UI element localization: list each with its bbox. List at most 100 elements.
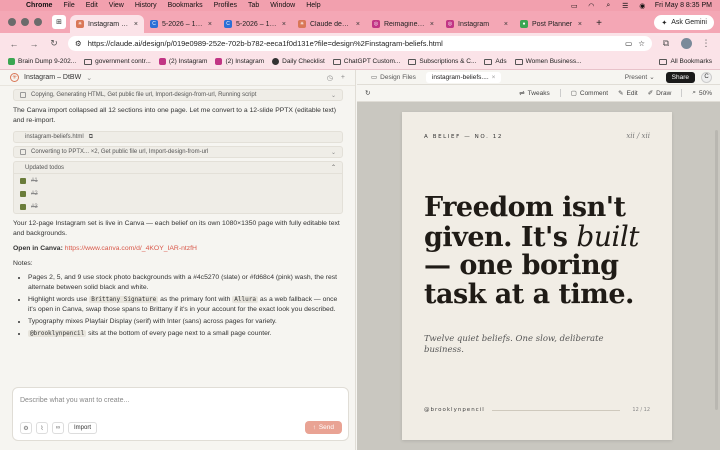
new-tab-button[interactable]: + [592,16,606,30]
close-tab-icon[interactable]: × [208,21,212,28]
chat-header: ✳ Instagram – DtBW ⌄ ◷ + [0,70,355,86]
tab-design-files[interactable]: ▭ Design Files [365,72,422,83]
menu-window[interactable]: Window [270,2,295,9]
zoom-control[interactable]: ⌕ 50% [692,89,712,97]
ask-gemini-button[interactable]: ✦ Ask Gemini [654,15,714,30]
chevron-down-icon: ⌄ [330,92,336,99]
profile-avatar[interactable] [680,38,692,50]
canva-link[interactable]: https://www.canva.com/d/_4KOY_IAR-ntzfH [65,245,197,252]
import-button[interactable]: Import [68,422,98,434]
close-tab-icon[interactable]: × [578,21,582,28]
settings-icon[interactable]: ⚙ [20,422,32,434]
screen-cast-icon[interactable]: ▭ [625,39,632,48]
tab-title: 5-2026 – 12 Beli [162,20,204,28]
new-chat-plus-icon[interactable]: + [341,74,345,82]
bookmark-star-icon[interactable]: ☆ [638,39,645,48]
close-tab-icon[interactable]: × [282,21,286,28]
battery-icon[interactable]: ▭ [570,2,579,10]
design-tabs-actions: Present ⌄ Share C [620,71,712,83]
tab-post-planner[interactable]: ● Post Planner × [514,15,588,33]
close-tab-icon[interactable]: × [504,21,508,28]
prompt-composer[interactable]: Describe what you want to create... ⚙ ⌇ … [12,387,349,441]
forward-arrow-icon[interactable]: → [28,38,40,50]
menu-profiles[interactable]: Profiles [214,2,237,9]
close-window-button[interactable] [8,18,16,26]
address-bar[interactable]: ⚙ https://claude.ai/design/p/019e0989-25… [68,36,652,51]
bookmark-instagram-1[interactable]: (2) Instagram [158,58,207,65]
bookmark-instagram-2[interactable]: (2) Instagram [215,58,264,65]
link-icon[interactable]: ∞ [52,422,64,434]
bookmark-brain-dump[interactable]: Brain Dump 9-202... [8,58,76,65]
bookmark-government[interactable]: government contr... [84,58,151,65]
reload-icon[interactable]: ↻ [48,38,60,50]
minimize-window-button[interactable] [21,18,29,26]
history-icon[interactable]: ◷ [327,74,333,82]
send-arrow-icon: ↑ [312,424,316,431]
tab-instagram-dtbw[interactable]: ✳ Instagram – DtBW × [70,15,144,33]
edit-button[interactable]: ✎ Edit [618,89,638,98]
chevron-down-icon[interactable]: ⌄ [86,74,92,82]
attach-paperclip-icon[interactable]: ⌇ [36,422,48,434]
comment-button[interactable]: ▢ Comment [571,89,608,98]
project-title[interactable]: Instagram – DtBW [24,74,81,81]
menu-tab[interactable]: Tab [248,2,259,9]
close-tab-icon[interactable]: × [430,21,434,28]
tab-search-icon[interactable]: ⊞ [52,15,66,29]
bookmark-ads[interactable]: Ads [484,58,507,65]
note-text: Highlight words use [28,296,88,303]
menu-view[interactable]: View [109,2,124,9]
menu-edit[interactable]: Edit [86,2,98,9]
extensions-puzzle-icon[interactable]: ⧉ [660,38,672,50]
send-button[interactable]: ↑ Send [304,421,342,434]
close-tab-icon[interactable]: × [134,21,138,28]
siri-icon[interactable]: ◉ [638,2,647,10]
chat-header-actions: ◷ + [327,74,345,82]
preview-scrollbar[interactable] [715,130,718,410]
bookmark-all-bookmarks[interactable]: All Bookmarks [659,58,712,65]
site-info-icon[interactable]: ⚙ [75,39,82,48]
instagram-slide-preview[interactable]: A BELIEF — NO. 12 xii / xii Freedom isn'… [402,112,672,440]
chat-messages[interactable]: Copying, Generating HTML, Get public fil… [0,86,356,386]
bookmark-daily-checklist[interactable]: Daily Checklist [272,58,325,65]
wifi-icon[interactable]: ◠ [587,2,596,10]
tweaks-button[interactable]: ⇌ Tweaks [519,89,550,98]
tab-5-2026-b[interactable]: C 5-2026 – 12 Beli × [218,15,292,33]
draw-button[interactable]: ✐ Draw [648,89,672,98]
url-text[interactable]: https://claude.ai/design/p/019e0989-252e… [88,39,619,48]
bookmark-subscriptions[interactable]: Subscriptions & C... [408,58,476,65]
tool-calls-summary[interactable]: Converting to PPTX... ×2, Get public fil… [13,146,343,158]
todo-item: #3 [14,200,342,213]
todos-header[interactable]: Updated todos ⌃ [14,162,342,174]
bookmark-chatgpt[interactable]: ChatGPT Custom... [332,58,400,65]
zoom-window-button[interactable] [34,18,42,26]
close-tab-icon[interactable]: × [356,21,360,28]
spotlight-search-icon[interactable]: ⌕ [604,2,613,9]
menu-app-chrome[interactable]: Chrome [26,2,52,9]
bookmark-women-business[interactable]: Women Business... [514,58,582,65]
back-arrow-icon[interactable]: ← [8,38,20,50]
menu-bookmarks[interactable]: Bookmarks [168,2,203,9]
present-button[interactable]: Present ⌄ [620,72,660,83]
claude-logo-icon[interactable]: ✳ [10,73,19,82]
control-center-icon[interactable]: ☰ [621,2,630,10]
menu-file[interactable]: File [63,2,74,9]
composer-placeholder[interactable]: Describe what you want to create... [20,397,129,404]
bookmark-label: Brain Dump 9-202... [18,58,77,65]
tab-instagram[interactable]: ◎ Instagram × [440,15,514,33]
user-avatar[interactable]: C [701,71,712,83]
tab-reimagine[interactable]: ◎ Reimagine Your × [366,15,440,33]
menu-help[interactable]: Help [306,2,320,9]
tab-claude-design[interactable]: ✳ Claude design × [292,15,366,33]
menubar-datetime[interactable]: Fri May 8 8:35 PM [655,2,712,9]
tool-calls-summary[interactable]: Copying, Generating HTML, Get public fil… [13,89,343,101]
file-card-instagram-beliefs[interactable]: instagram-beliefs.html ⧉ [13,131,343,143]
refresh-icon[interactable]: ↻ [365,89,370,97]
share-button[interactable]: Share [665,71,695,83]
chrome-menu-icon[interactable]: ⋮ [700,38,712,50]
updated-todos-panel: Updated todos ⌃ #1 #2 #3 [13,161,343,214]
close-tab-icon[interactable]: × [492,74,496,81]
bookmark-label: All Bookmarks [670,58,712,65]
menu-history[interactable]: History [135,2,157,9]
tab-instagram-beliefs[interactable]: instagram-beliefs.... × [425,71,502,83]
tab-5-2026-a[interactable]: C 5-2026 – 12 Beli × [144,15,218,33]
